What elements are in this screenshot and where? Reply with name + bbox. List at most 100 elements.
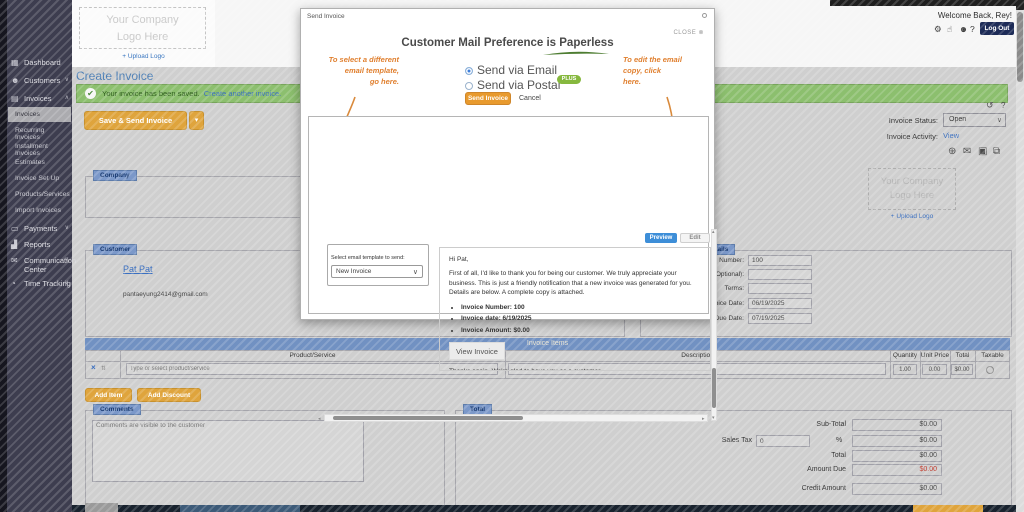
- view-invoice-button[interactable]: View Invoice: [449, 342, 505, 360]
- send-via-email-radio[interactable]: [465, 67, 473, 75]
- unit-price-field[interactable]: 0.00: [922, 364, 947, 375]
- customer-tab: Customer: [93, 244, 137, 255]
- drag-row-icon[interactable]: ⇅: [101, 365, 106, 372]
- submenu-item-installment-invoices[interactable]: Installment Invoices: [15, 143, 71, 157]
- sidebar-item-label: Invoices: [24, 94, 52, 103]
- send-via-email-label[interactable]: Send via Email: [477, 63, 557, 77]
- plus-badge: PLUS: [557, 75, 581, 84]
- close-button[interactable]: CLOSE ⊗: [673, 29, 704, 36]
- upload-logo-link[interactable]: + Upload Logo: [868, 213, 956, 220]
- help-icon[interactable]: ?: [1001, 101, 1005, 110]
- quantity-field[interactable]: 1.00: [893, 364, 917, 375]
- scrollbar-thumb[interactable]: [712, 368, 716, 408]
- company-logo-panel: Your Company Logo Here + Upload Logo: [72, 0, 215, 67]
- vertical-scrollbar[interactable]: [711, 229, 717, 421]
- sidebar-item-invoices[interactable]: ▤ Invoices ∧: [11, 94, 71, 103]
- company-tab: Company: [93, 170, 137, 181]
- undo-icon[interactable]: ↺: [986, 100, 994, 111]
- edit-tab-button[interactable]: Edit: [680, 233, 710, 243]
- upload-logo-link[interactable]: + Upload Logo: [72, 53, 215, 60]
- logout-button[interactable]: Log Out: [980, 22, 1014, 35]
- scroll-right-icon[interactable]: ▸: [702, 416, 705, 422]
- sidebar-item-label: Dashboard: [24, 58, 61, 67]
- scroll-down-icon[interactable]: ▾: [712, 415, 715, 421]
- email-bullet-list: Invoice Number: 100 Invoice date: 6/19/2…: [461, 303, 701, 335]
- terms-field[interactable]: [748, 283, 812, 294]
- submenu-item-invoices[interactable]: Invoices: [15, 111, 71, 118]
- modal-heading: Customer Mail Preference is Paperless: [301, 37, 714, 49]
- annotation-line: To edit the email: [623, 54, 693, 65]
- credit-amount-value: $0.00: [852, 483, 942, 495]
- credit-amount-label: Credit Amount: [700, 485, 846, 492]
- help-icon[interactable]: ?: [970, 24, 975, 34]
- logo-text-line2: Logo Here: [869, 189, 955, 203]
- cancel-link[interactable]: Cancel: [519, 95, 541, 102]
- scroll-left-icon[interactable]: ◂: [318, 416, 321, 422]
- send-via-postal-radio[interactable]: [465, 82, 473, 90]
- mail-icon[interactable]: ✉: [963, 146, 971, 157]
- total-label: Total: [700, 452, 846, 459]
- email-greeting: Hi Pat,: [449, 255, 701, 264]
- user-icon[interactable]: ☻: [959, 24, 968, 34]
- save-send-dropdown-button[interactable]: ▾: [189, 111, 204, 130]
- email-template-select[interactable]: New Invoice ∨: [331, 265, 423, 278]
- sidebar-item-reports[interactable]: ▟ Reports: [11, 240, 71, 249]
- sidebar-item-label: Customers: [24, 76, 60, 85]
- save-send-invoice-button[interactable]: Save & Send Invoice: [84, 111, 187, 130]
- sidebar-item-customers[interactable]: ☻ Customers ∨: [11, 76, 71, 85]
- globe-icon[interactable]: ⊕: [948, 146, 956, 157]
- submenu-item-products-services[interactable]: Products/Services: [15, 191, 71, 198]
- page-scrollbar[interactable]: [1016, 0, 1024, 512]
- scrollbar-thumb[interactable]: [333, 416, 523, 420]
- horizontal-scrollbar[interactable]: [324, 414, 708, 422]
- green-brush-underline: [541, 50, 611, 57]
- devices-icon[interactable]: ⧉: [993, 146, 1000, 157]
- communication-icon: ✉: [11, 256, 20, 265]
- sidebar-item-time-tracking[interactable]: ◔ Time Tracking ∨: [11, 279, 71, 288]
- comments-tab: Comments: [93, 404, 141, 415]
- percent-sign: %: [836, 437, 842, 444]
- sidebar-item-communication-center[interactable]: ✉ Communication Center ∨: [11, 256, 71, 274]
- col-taxable: Taxable: [975, 352, 1010, 359]
- send-via-postal-label[interactable]: Send via Postal: [477, 78, 560, 92]
- sales-tax-rate-input[interactable]: [756, 435, 810, 447]
- company-logo-placeholder[interactable]: Your Company Logo Here: [79, 7, 206, 49]
- preview-tab-button[interactable]: Preview: [645, 233, 677, 243]
- taxable-radio[interactable]: [986, 366, 994, 374]
- invoice-activity-view-link[interactable]: View: [943, 131, 959, 140]
- scroll-up-icon[interactable]: ▴: [712, 229, 715, 235]
- invoice-date-field[interactable]: 06/19/2025: [748, 298, 812, 309]
- delete-row-icon[interactable]: ×: [91, 363, 96, 372]
- sidebar-item-dashboard[interactable]: ▦ Dashboard: [11, 58, 71, 67]
- chevron-down-icon: ∨: [65, 279, 69, 286]
- add-discount-button[interactable]: Add Discount: [137, 388, 201, 402]
- amount-due-value: $0.00: [852, 464, 942, 476]
- gear-icon[interactable]: ⚙: [934, 24, 942, 35]
- chevron-down-icon: ∨: [413, 267, 418, 278]
- invoice-status-select[interactable]: Open ∨: [943, 113, 1006, 127]
- due-date-field[interactable]: 07/19/2025: [748, 313, 812, 324]
- pin-icon[interactable]: [702, 13, 707, 18]
- create-another-invoice-link[interactable]: Create another invoice.: [204, 89, 282, 98]
- top-dark-strip: [830, 0, 1016, 6]
- line-total-field: $0.00: [951, 364, 973, 375]
- submenu-item-invoice-set-up[interactable]: Invoice Set Up: [15, 175, 71, 182]
- bottom-fragment: [913, 505, 983, 512]
- thumbs-up-icon[interactable]: ☝: [947, 24, 952, 35]
- chevron-down-icon: ∨: [65, 256, 69, 263]
- print-icon[interactable]: ▣: [978, 146, 987, 157]
- submenu-item-estimates[interactable]: Estimates: [15, 159, 71, 166]
- invoice-number-field[interactable]: 100: [748, 255, 812, 266]
- sidebar-item-payments[interactable]: ▭ Payments ∨: [11, 224, 71, 233]
- invoice-logo-placeholder[interactable]: Your Company Logo Here: [868, 168, 956, 210]
- po-number-field[interactable]: [748, 269, 812, 280]
- customer-name-link[interactable]: Pat Pat: [123, 264, 153, 274]
- submenu-item-import-invoices[interactable]: Import Invoices: [15, 207, 71, 214]
- bullet-invoice-number: Invoice Number: 100: [461, 303, 701, 312]
- annotation-line: here.: [623, 76, 693, 87]
- add-item-button[interactable]: Add Item: [85, 388, 132, 402]
- scrollbar-thumb[interactable]: [1017, 12, 1023, 82]
- comments-textarea[interactable]: [92, 420, 364, 482]
- send-invoice-button[interactable]: Send Invoice: [465, 92, 511, 105]
- submenu-item-recurring-invoices[interactable]: Recurring Invoices: [15, 127, 71, 141]
